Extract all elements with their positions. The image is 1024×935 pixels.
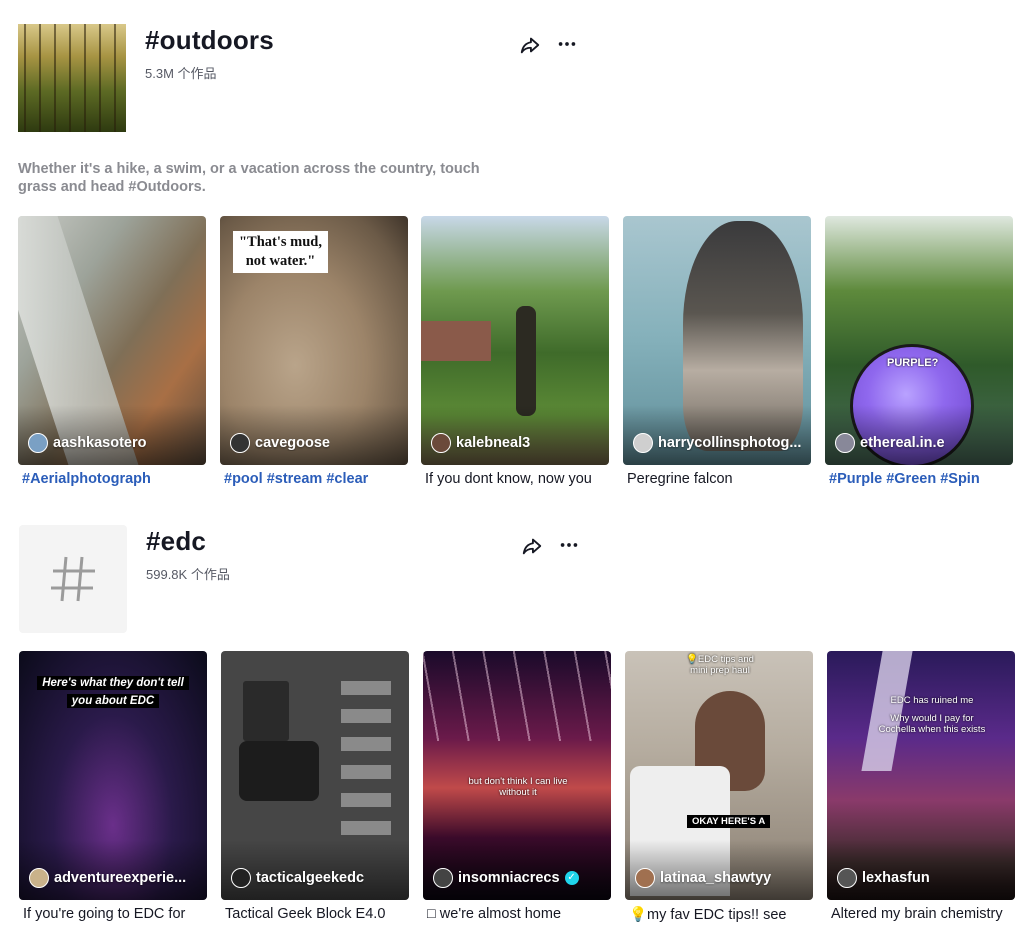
video-card[interactable]: but don't think I can live without it in…	[423, 651, 611, 900]
video-caption[interactable]: Peregrine falcon	[627, 471, 813, 487]
video-caption[interactable]: If you're going to EDC for	[23, 906, 209, 922]
video-count: 599.8K 个作品	[146, 567, 230, 582]
flag-shape	[861, 651, 913, 771]
video-card[interactable]: Here's what they don't tell you about ED…	[19, 651, 207, 900]
author-name: harrycollinsphotog...	[658, 435, 802, 451]
fireworks-shape	[423, 651, 611, 741]
share-button[interactable]	[519, 533, 545, 559]
author-name: latinaa_shawtyy	[660, 870, 772, 886]
video-author[interactable]: lexhasfun	[837, 868, 930, 888]
video-author[interactable]: tacticalgeekedc	[231, 868, 364, 888]
share-arrow-icon	[522, 538, 542, 555]
video-card[interactable]: EDC has ruined me Why would I pay for Co…	[827, 651, 1015, 900]
author-name: aashkasotero	[53, 435, 147, 451]
hashtag-title[interactable]: #edc	[146, 526, 206, 557]
video-overlay-text: EDC has ruined me	[890, 695, 974, 706]
video-caption[interactable]: 💡my fav EDC tips!! see	[629, 906, 815, 923]
avatar	[633, 433, 653, 453]
video-caption[interactable]: #Purple #Green #Spin	[829, 471, 1015, 487]
more-dots-icon	[560, 543, 578, 547]
verified-badge-icon: ✓	[564, 871, 579, 885]
hashtag-section-edc: #edc 599.8K 个作品 Here's what they don't t…	[0, 0, 1024, 923]
avatar	[230, 433, 250, 453]
hashtag-cover-image[interactable]	[19, 525, 127, 633]
video-author[interactable]: harrycollinsphotog...	[633, 433, 801, 453]
video-author[interactable]: cavegoose	[230, 433, 330, 453]
video-card[interactable]: tacticalgeekedc	[221, 651, 409, 900]
video-overlay-text: 💡EDC tips and mini prep haul	[686, 654, 754, 676]
author-name: insomniacrecs	[458, 870, 560, 886]
video-author[interactable]: adventureexperie...	[29, 868, 186, 888]
video-caption[interactable]: Altered my brain chemistry	[831, 906, 1017, 922]
video-caption[interactable]: #Aerialphotograph	[22, 471, 208, 487]
video-author[interactable]: latinaa_shawtyy	[635, 868, 771, 888]
avatar	[231, 868, 251, 888]
video-overlay-text: OKAY HERE'S A	[687, 811, 771, 829]
author-name: ethereal.in.e	[860, 435, 945, 451]
hashtag-icon	[51, 556, 95, 602]
author-name: lexhasfun	[862, 870, 930, 886]
avatar	[28, 433, 48, 453]
pouch-shape	[239, 741, 319, 801]
notebook-shape	[243, 681, 289, 741]
video-author[interactable]: ethereal.in.e	[835, 433, 945, 453]
video-author[interactable]: kalebneal3	[431, 433, 530, 453]
video-overlay-text: Why would I pay for Cochella when this e…	[878, 713, 986, 735]
avatar	[635, 868, 655, 888]
author-name: tacticalgeekedc	[256, 870, 365, 886]
avatar	[433, 868, 453, 888]
video-caption[interactable]: Tactical Geek Block E4.0	[225, 906, 411, 922]
author-name: kalebneal3	[456, 435, 531, 451]
avatar	[29, 868, 49, 888]
video-overlay-text: but don't think I can live without it	[468, 776, 568, 798]
video-caption[interactable]: If you dont know, now you	[425, 471, 611, 487]
avatar	[837, 868, 857, 888]
more-options-button[interactable]	[556, 532, 582, 558]
author-name: adventureexperie...	[54, 870, 187, 886]
video-author[interactable]: insomniacrecs ✓	[433, 868, 579, 888]
avatar	[431, 433, 451, 453]
avatar	[835, 433, 855, 453]
video-caption[interactable]: □ we're almost home	[427, 906, 613, 922]
author-name: cavegoose	[255, 435, 330, 451]
video-caption[interactable]: #pool #stream #clear	[224, 471, 410, 487]
video-overlay-text: Here's what they don't tell you about ED…	[33, 673, 193, 709]
tools-shape	[341, 681, 391, 841]
video-author[interactable]: aashkasotero	[28, 433, 147, 453]
video-card[interactable]: 💡EDC tips and mini prep haul OKAY HERE'S…	[625, 651, 813, 900]
